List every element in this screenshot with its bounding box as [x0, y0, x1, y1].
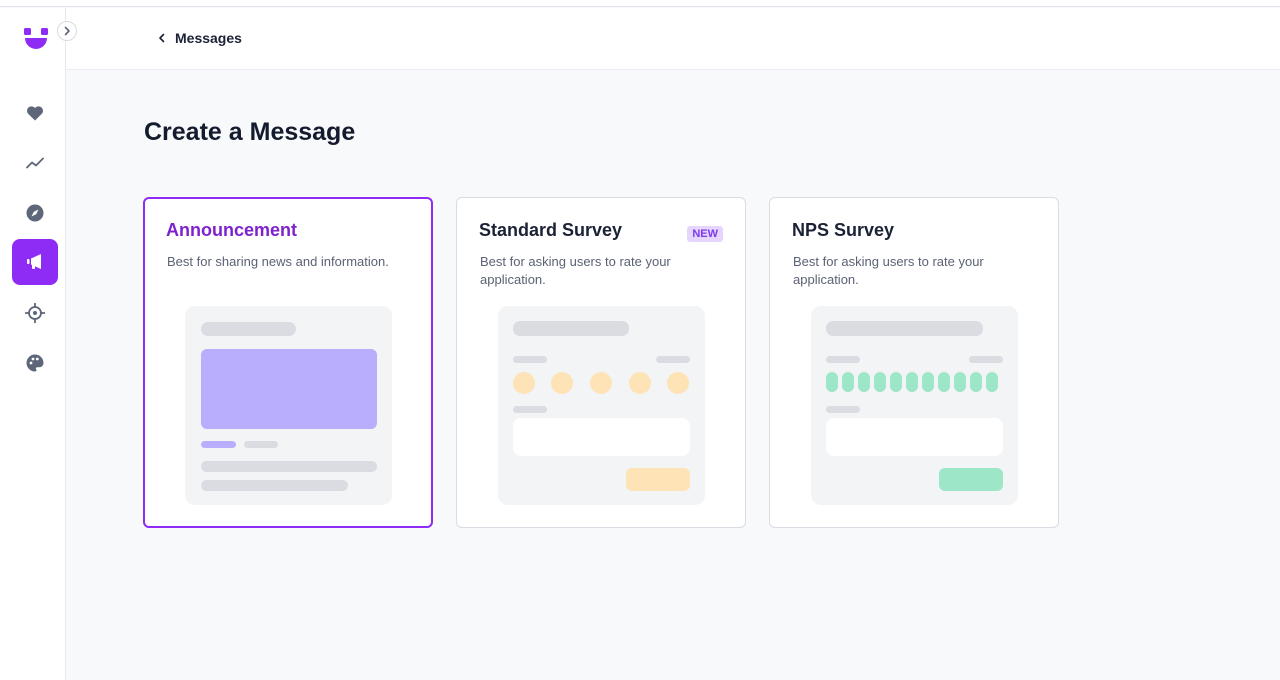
trend-line-icon — [26, 157, 44, 169]
chevron-right-icon — [64, 26, 70, 36]
sidebar-item-trends[interactable] — [12, 140, 58, 186]
announcement-preview-illustration — [185, 306, 392, 505]
compass-icon — [26, 204, 44, 222]
sidebar-expand-button[interactable] — [57, 21, 77, 41]
top-header: Messages — [66, 8, 1280, 70]
target-icon — [25, 303, 45, 323]
logo-icon[interactable] — [24, 28, 48, 50]
card-title: NPS Survey — [792, 220, 895, 240]
sidebar-item-heart[interactable] — [12, 90, 58, 136]
chevron-left-icon — [159, 33, 165, 43]
palette-icon — [26, 354, 44, 372]
nps-survey-card[interactable]: NPS Survey Best for asking users to rate… — [769, 197, 1059, 528]
card-title: Standard Survey — [479, 220, 623, 240]
nps-survey-preview-illustration — [811, 306, 1018, 505]
top-border — [0, 0, 1280, 7]
standard-survey-card[interactable]: Standard Survey NEW Best for asking user… — [456, 197, 746, 528]
standard-survey-preview-illustration — [498, 306, 705, 505]
sidebar — [0, 8, 66, 680]
sidebar-item-themes[interactable] — [12, 340, 58, 386]
sidebar-item-explore[interactable] — [12, 190, 58, 236]
breadcrumb-label: Messages — [175, 30, 242, 46]
heart-icon — [27, 106, 43, 121]
card-description: Best for asking users to rate your appli… — [793, 254, 984, 287]
sidebar-item-targeting[interactable] — [12, 290, 58, 336]
card-description: Best for asking users to rate your appli… — [480, 254, 671, 287]
card-description: Best for sharing news and information. — [167, 254, 389, 269]
breadcrumb-back-link[interactable]: Messages — [158, 30, 242, 46]
image-placeholder — [201, 349, 377, 429]
sidebar-item-messages[interactable] — [12, 239, 58, 285]
announcement-card[interactable]: Announcement Best for sharing news and i… — [143, 197, 433, 528]
new-badge: NEW — [687, 226, 723, 242]
megaphone-icon — [27, 254, 41, 269]
page-title: Create a Message — [144, 118, 356, 146]
card-title: Announcement — [166, 220, 298, 240]
